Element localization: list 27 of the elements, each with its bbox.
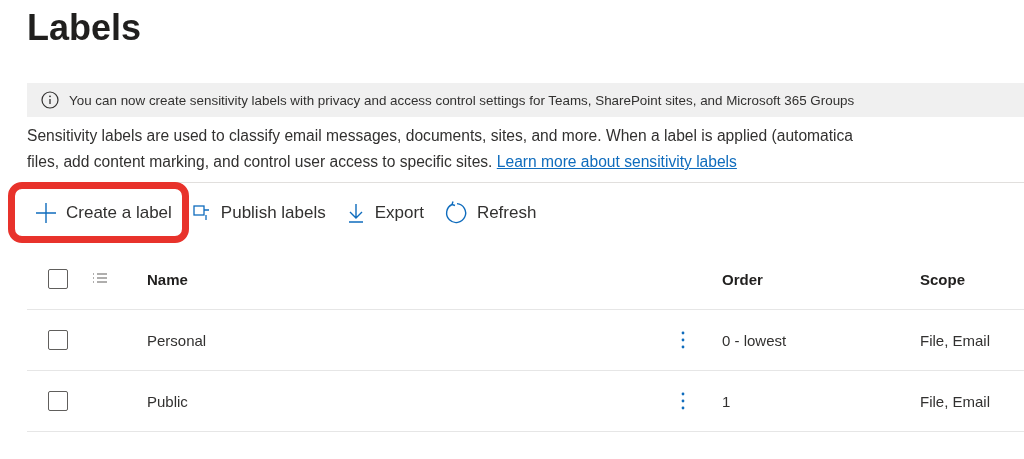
plus-icon	[35, 202, 57, 224]
checkbox[interactable]	[48, 330, 68, 350]
toolbar-button[interactable]: Export	[335, 193, 434, 233]
toolbar-button[interactable]: Publish labels	[181, 193, 336, 233]
table-cell-text: File, Email	[920, 331, 991, 349]
toolbar-button[interactable]: Refresh	[433, 193, 547, 233]
more-icon[interactable]	[681, 330, 685, 350]
banner-text: You can now create sensitivity labels with privacy and access control settings for Teams, SharePoint sites, and Microsoft 365 Groups	[69, 92, 855, 108]
table-cell-text: 1	[722, 392, 732, 410]
table-cell-text: Public	[147, 392, 189, 410]
learn-more-link[interactable]: Learn more about sensitivity labels	[496, 153, 737, 170]
column-header[interactable]: Name	[147, 270, 681, 288]
info-icon	[41, 91, 59, 109]
column-header[interactable]: Order	[722, 270, 920, 288]
description-text: files, add content marking, and control user access to specific sites. Learn more about sensitivity labels	[27, 152, 738, 172]
description-text: Sensitivity labels are used to classify email messages, documents, sites, and more. When a label is applied (automatica	[27, 126, 854, 146]
toolbar-button[interactable]: Create a label	[25, 193, 182, 233]
table-cell-text: Personal	[147, 331, 208, 349]
refresh-icon	[443, 201, 468, 225]
page-title: Labels	[27, 6, 143, 50]
table-cell-text: File, Email	[920, 392, 991, 410]
more-icon[interactable]	[681, 391, 685, 411]
publish-icon	[191, 203, 212, 223]
checkbox[interactable]	[48, 391, 68, 411]
table-cell-text: 0 - lowest	[722, 331, 788, 349]
column-header[interactable]: Scope	[920, 270, 1024, 288]
checkbox[interactable]	[48, 269, 68, 289]
